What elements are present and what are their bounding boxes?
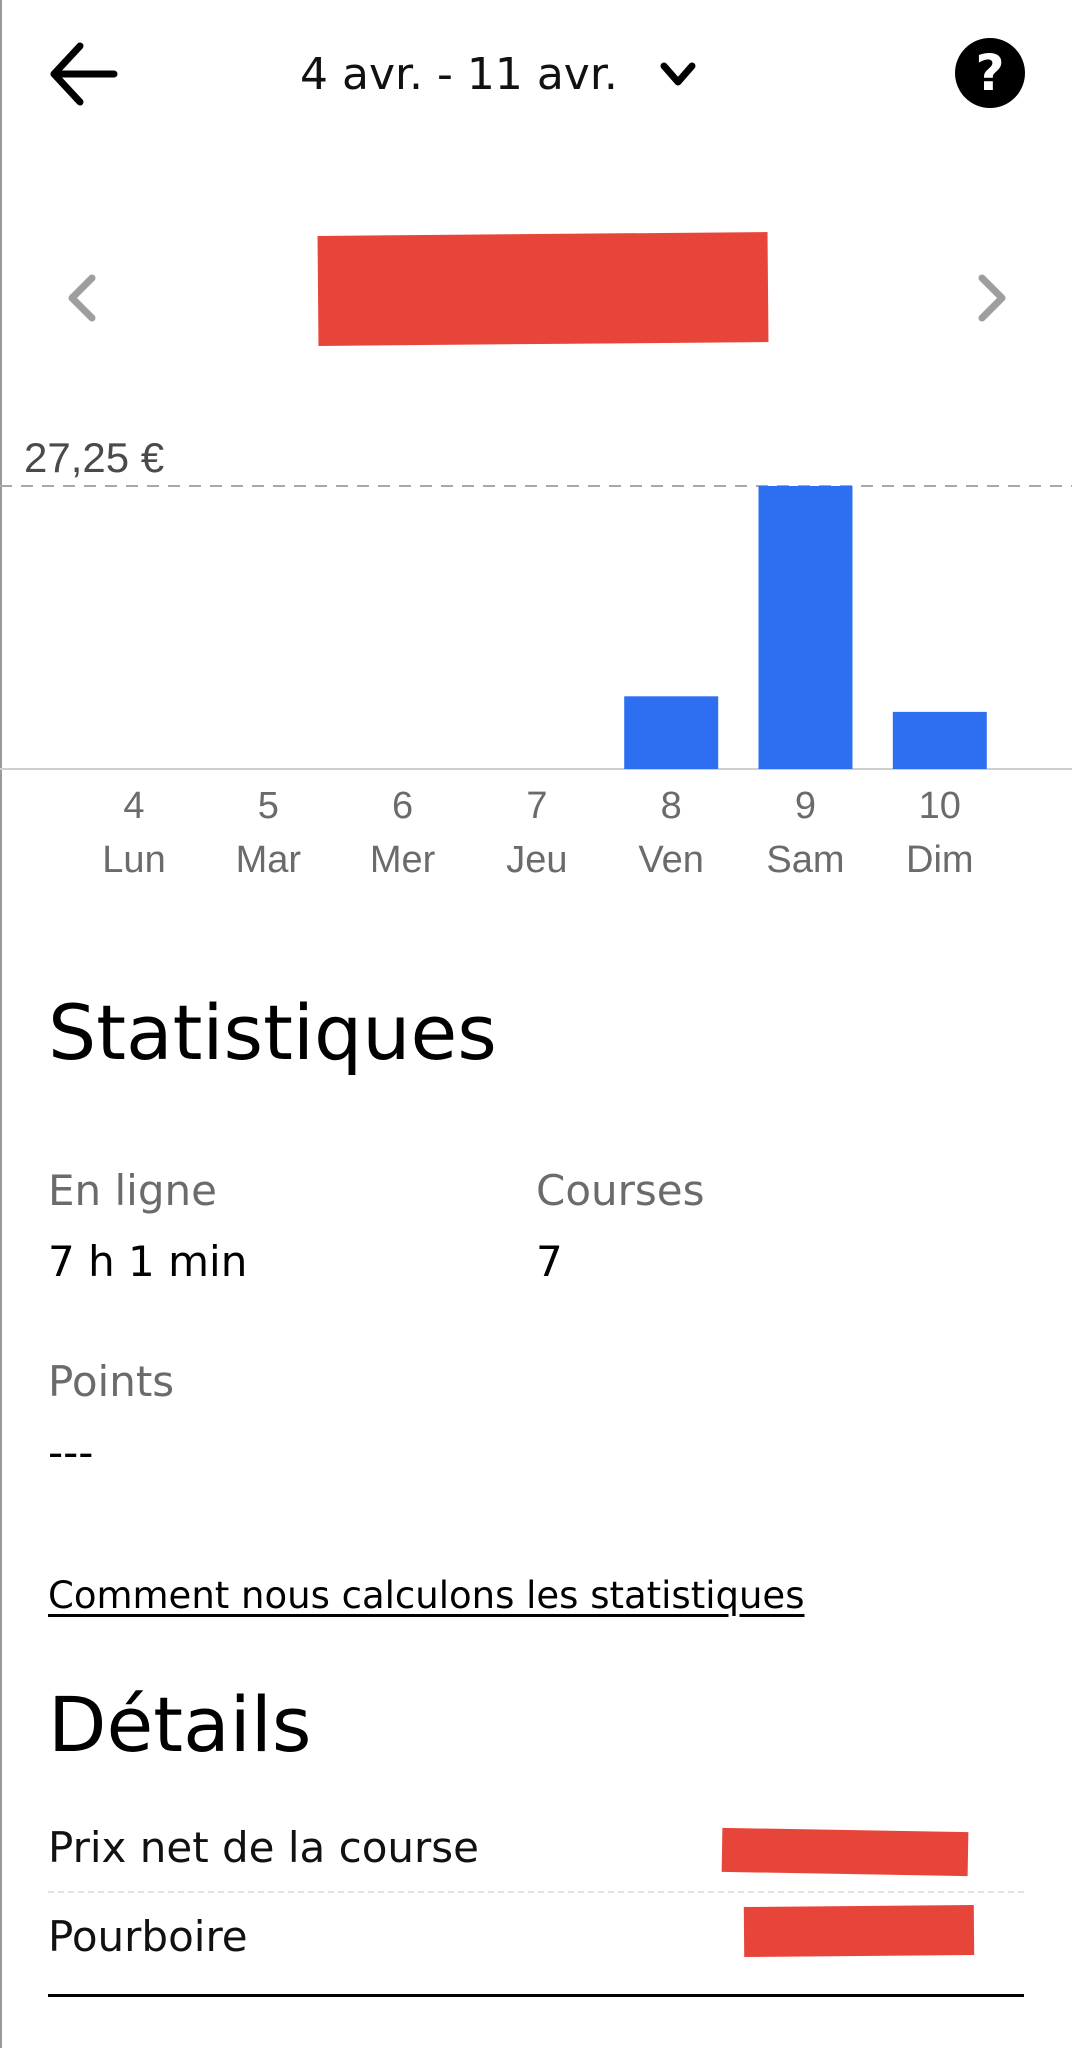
day-number-label: 8 [661, 785, 682, 827]
day-name-label: Jeu [506, 839, 567, 881]
redacted-tip-value [743, 1904, 975, 1958]
day-name-label: Ven [638, 839, 704, 881]
day-number-label: 4 [123, 785, 144, 827]
left-edge [0, 0, 2, 2048]
day-number-label: 9 [795, 785, 816, 827]
bar-day-8[interactable] [624, 696, 719, 769]
bars-group [624, 486, 987, 769]
day-number-label: 7 [526, 785, 547, 827]
details-title: Détails [48, 1680, 312, 1769]
redacted-net-fare-value [721, 1827, 969, 1877]
net-fare-label: Prix net de la course [48, 1822, 480, 1872]
details-bottom-border [48, 1994, 1024, 1997]
previous-period-button[interactable] [64, 270, 100, 326]
chevron-left-icon [68, 274, 96, 322]
day-name-label: Dim [906, 839, 974, 881]
day-number-label: 10 [919, 785, 961, 827]
weekly-earnings-chart: 27,25 € 4 Lun 5 Mar 6 Mer 7 Jeu 8 Ven 9 Sam 10 Dim [0, 420, 1072, 900]
back-button[interactable] [44, 34, 124, 114]
bar-chart-svg: 27,25 € 4 Lun 5 Mar 6 Mer 7 Jeu 8 Ven 9 Sam 10 Dim [0, 434, 1072, 881]
bar-day-10[interactable] [892, 711, 987, 769]
chevron-right-icon [978, 274, 1006, 322]
day-name-label: Mer [370, 839, 436, 881]
day-name-label: Lun [102, 839, 165, 881]
day-number-label: 6 [392, 785, 413, 827]
redacted-total-earnings [317, 232, 769, 346]
question-circle-icon: ? [975, 44, 1005, 102]
points-label: Points [48, 1357, 175, 1406]
chevron-down-icon [660, 62, 696, 86]
day-labels-group: 4 Lun 5 Mar 6 Mer 7 Jeu 8 Ven 9 Sam 10 Dim [102, 785, 973, 881]
online-label: En ligne [48, 1166, 217, 1215]
arrow-left-icon [50, 42, 118, 106]
trips-value: 7 [536, 1237, 563, 1286]
day-number-label: 5 [258, 785, 279, 827]
bar-day-9[interactable] [758, 486, 853, 769]
points-value: --- [48, 1428, 94, 1477]
how-we-calculate-link[interactable]: Comment nous calculons les statistiques [48, 1574, 804, 1617]
date-range-selector[interactable]: 4 avr. - 11 avr. [300, 36, 698, 112]
statistics-title: Statistiques [48, 988, 497, 1077]
day-name-label: Mar [236, 839, 302, 881]
trips-label: Courses [536, 1166, 705, 1215]
tip-label: Pourboire [48, 1911, 248, 1961]
date-range-label: 4 avr. - 11 avr. [300, 48, 618, 100]
online-value: 7 h 1 min [48, 1237, 248, 1286]
help-button[interactable]: ? [955, 38, 1025, 108]
next-period-button[interactable] [974, 270, 1010, 326]
day-name-label: Sam [766, 839, 844, 881]
max-value-label: 27,25 € [24, 434, 164, 481]
